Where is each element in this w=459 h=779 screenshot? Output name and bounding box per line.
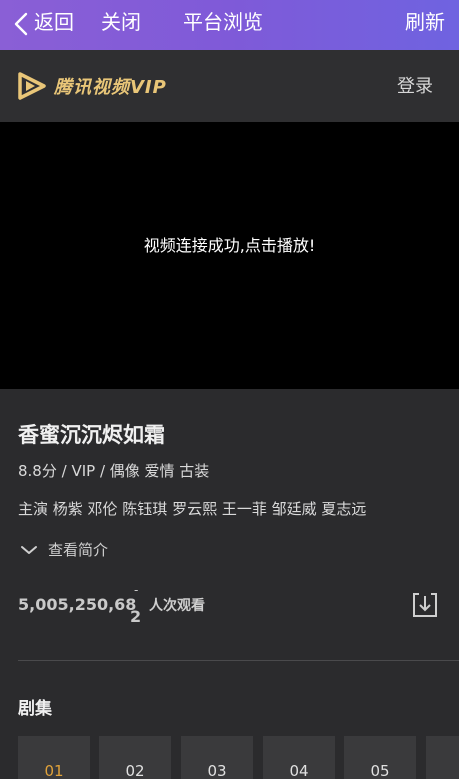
show-meta: 8.8分 / VIP / 偶像 爱情 古装: [18, 462, 210, 480]
view-intro-toggle[interactable]: 查看简介: [20, 539, 108, 560]
logo-text: 腾讯视频VIP: [54, 77, 167, 98]
episodes-heading: 剧集: [18, 699, 52, 719]
view-count-number: 5,005,250,68: [18, 595, 137, 614]
video-player[interactable]: 视频连接成功,点击播放!: [0, 122, 459, 389]
episode-item[interactable]: [426, 736, 459, 779]
top-nav-bar: 返回 关闭 平台浏览 刷新: [0, 0, 459, 50]
episode-item[interactable]: 03: [181, 736, 253, 779]
show-info-panel: 香蜜沉沉烬如霜 8.8分 / VIP / 偶像 爱情 古装 主演 杨紫 邓伦 陈…: [0, 389, 459, 779]
episode-item[interactable]: 01: [18, 736, 90, 779]
tencent-video-logo[interactable]: 腾讯视频VIP: [16, 70, 167, 102]
back-button[interactable]: 返回: [34, 0, 74, 50]
platform-browse-button[interactable]: 平台浏览: [183, 0, 263, 50]
login-button[interactable]: 登录: [397, 72, 433, 98]
tencent-video-logo-icon: [18, 72, 46, 100]
episode-item[interactable]: 04: [263, 736, 335, 779]
close-button[interactable]: 关闭: [101, 0, 141, 50]
view-intro-label: 查看简介: [48, 541, 109, 559]
view-count-label: 人次观看: [149, 598, 205, 614]
back-chevron-icon[interactable]: [12, 12, 32, 36]
download-icon[interactable]: [412, 592, 438, 618]
site-header: 腾讯视频VIP 登录: [0, 50, 459, 122]
episode-item[interactable]: 02: [99, 736, 171, 779]
view-count-tick: -: [134, 583, 139, 597]
expand-chevron-icon: [21, 545, 37, 554]
episode-list: 01 02 03 04 05: [18, 736, 459, 779]
episode-item[interactable]: 05: [344, 736, 416, 779]
section-divider: [18, 660, 459, 661]
view-count-digit: 2: [130, 607, 142, 626]
player-message[interactable]: 视频连接成功,点击播放!: [0, 232, 459, 256]
refresh-button[interactable]: 刷新: [405, 0, 445, 50]
show-title: 香蜜沉沉烬如霜: [18, 423, 165, 447]
show-cast: 主演 杨紫 邓伦 陈钰琪 罗云熙 王一菲 邹廷威 夏志远: [18, 500, 367, 518]
